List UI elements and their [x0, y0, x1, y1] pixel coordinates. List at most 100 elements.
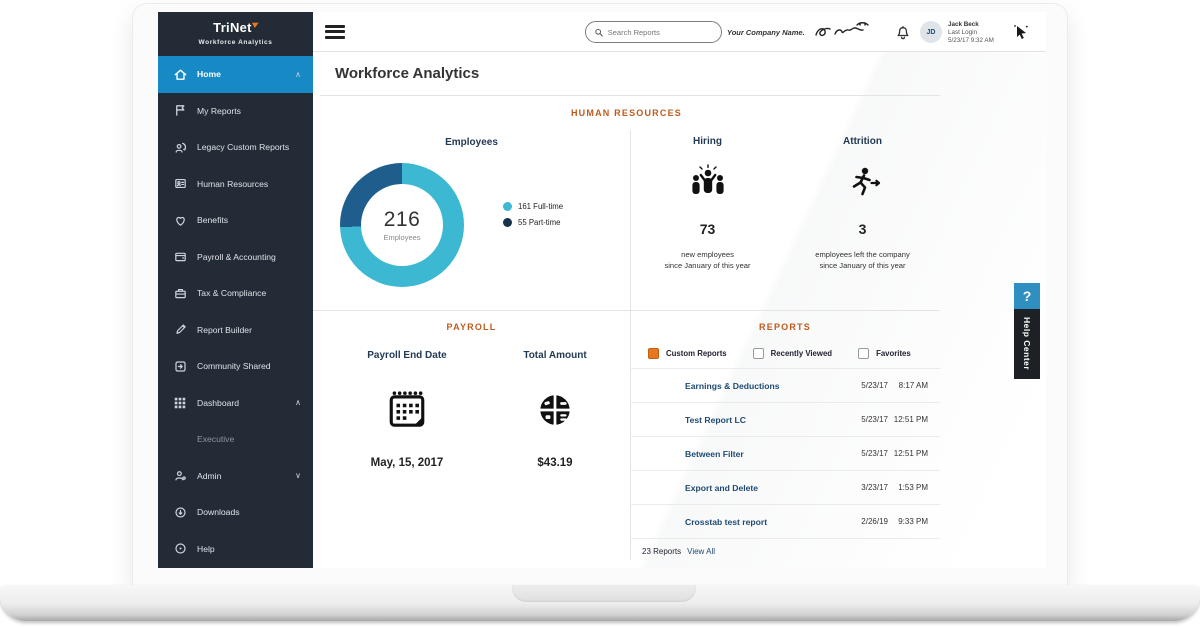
payroll-end-date-block: Payroll End Date May, 15, 2017: [333, 338, 481, 469]
attrition-value: 3: [858, 221, 867, 237]
chevron-up-icon: ∧: [295, 69, 301, 79]
reports-panel: Custom Reports Recently Viewed Favorites: [630, 338, 940, 564]
sidebar-item-report-builder[interactable]: Report Builder: [158, 312, 313, 349]
employees-title: Employees: [445, 137, 498, 148]
checkbox-checked-icon[interactable]: [648, 348, 659, 359]
total-amount-label: Total Amount: [523, 350, 587, 361]
total-amount-block: Total Amount $43.19: [481, 338, 629, 469]
help-circle-icon: [172, 541, 188, 557]
last-login-label: Last Login: [948, 28, 978, 36]
title-divider: [320, 95, 940, 96]
attrition-block: Attrition 3 employees left the company s…: [785, 100, 940, 310]
reports-footer: 23 Reports View All: [630, 538, 940, 564]
help-center-tab: ? Help Center: [1014, 283, 1040, 379]
chevron-up-icon: ∧: [295, 398, 301, 408]
wallet-icon: [172, 249, 188, 265]
report-row[interactable]: Crosstab test report 2/26/19 9:33 PM: [630, 504, 940, 538]
search-icon: [595, 28, 603, 36]
full-time-dot-icon: [503, 202, 512, 211]
total-amount-value: $43.19: [537, 457, 573, 469]
payroll-panel: Payroll End Date May, 15, 2017 Total Amo…: [313, 338, 630, 469]
laptop-bezel: TriNet Workforce Analytics Home ∧ My Rep…: [133, 4, 1067, 586]
reports-count: 23 Reports: [642, 547, 682, 556]
report-row[interactable]: Earnings & Deductions 5/23/17 8:17 AM: [630, 368, 940, 402]
sidebar-item-admin[interactable]: Admin ∨: [158, 458, 313, 495]
view-all-link[interactable]: View All: [687, 547, 715, 556]
hiring-people-icon: [687, 164, 729, 200]
hiring-caption: new employees since January of this year: [664, 250, 751, 270]
checkbox-icon[interactable]: [858, 348, 870, 359]
sidebar-item-home[interactable]: Home ∧: [158, 56, 313, 93]
payroll-end-date-value: May, 15, 2017: [370, 457, 444, 469]
laptop-mockup: TriNet Workforce Analytics Home ∧ My Rep…: [0, 0, 1200, 628]
trinet-arrow-icon: [251, 19, 260, 29]
report-row[interactable]: Between Filter 5/23/17 12:51 PM: [630, 436, 940, 470]
hamburger-menu-icon[interactable]: [325, 25, 345, 39]
sidebar-item-my-reports[interactable]: My Reports: [158, 93, 313, 130]
laptop-base: [0, 585, 1200, 621]
sidebar-item-dashboard[interactable]: Dashboard ∧: [158, 385, 313, 422]
mid-divider: [313, 310, 940, 311]
reports-header: REPORTS: [759, 322, 811, 332]
help-question-icon[interactable]: ?: [1014, 283, 1040, 309]
sidebar-item-tax-compliance[interactable]: Tax & Compliance: [158, 275, 313, 312]
sidebar-item-human-resources[interactable]: Human Resources: [158, 166, 313, 203]
page-title: Workforce Analytics: [335, 65, 480, 82]
app-window: TriNet Workforce Analytics Home ∧ My Rep…: [158, 12, 1046, 568]
reports-filters: Custom Reports Recently Viewed Favorites: [648, 348, 940, 359]
cursor-icon: [1014, 25, 1028, 39]
flag-icon: [172, 103, 188, 119]
attrition-runner-icon: [842, 164, 884, 200]
sidebar-item-legacy-custom-reports[interactable]: Legacy Custom Reports: [158, 129, 313, 166]
report-row[interactable]: Test Report LC 5/23/17 12:51 PM: [630, 402, 940, 436]
reports-list: Earnings & Deductions 5/23/17 8:17 AM Te…: [630, 368, 940, 538]
report-row[interactable]: Export and Delete 3/23/17 1:53 PM: [630, 470, 940, 504]
coin-icon: [534, 389, 576, 431]
sidebar-item-downloads[interactable]: Downloads: [158, 494, 313, 531]
part-time-dot-icon: [503, 218, 512, 227]
filter-favorites[interactable]: Favorites: [858, 348, 911, 359]
last-login-value: 5/23/17 9:32 AM: [948, 36, 994, 44]
sidebar-item-payroll-accounting[interactable]: Payroll & Accounting: [158, 239, 313, 276]
avatar[interactable]: JD: [920, 21, 942, 43]
share-box-icon: [172, 358, 188, 374]
legend-item-part-time[interactable]: 55 Part-time: [503, 218, 563, 227]
user-name: Jack Beck: [948, 21, 979, 28]
signature-logo: [815, 22, 869, 37]
employees-donut-chart[interactable]: 216 Employees: [340, 163, 464, 287]
hiring-block: Hiring 73 new employees since January of…: [630, 100, 785, 310]
attrition-caption: employees left the company since January…: [815, 250, 910, 270]
sidebar-item-help[interactable]: Help: [158, 531, 313, 568]
sidebar-item-community-shared[interactable]: Community Shared: [158, 348, 313, 385]
briefcase-icon: [172, 285, 188, 301]
sidebar-item-executive[interactable]: Executive: [158, 421, 313, 458]
search-input[interactable]: [607, 27, 713, 37]
company-name: Your Company Name.: [727, 28, 805, 37]
heart-icon: [172, 212, 188, 228]
attrition-title: Attrition: [843, 136, 882, 147]
hiring-attrition-panel: Hiring 73 new employees since January of…: [630, 100, 940, 310]
person-refresh-icon: [172, 139, 188, 155]
search-box[interactable]: [585, 21, 722, 43]
trinet-logo: TriNet Workforce Analytics: [158, 12, 313, 56]
employees-total: 216: [383, 208, 421, 231]
sidebar: TriNet Workforce Analytics Home ∧ My Rep…: [158, 12, 313, 568]
filter-recently-viewed[interactable]: Recently Viewed: [752, 348, 832, 359]
bell-icon[interactable]: [895, 23, 911, 41]
hiring-title: Hiring: [693, 136, 722, 147]
help-center-label[interactable]: Help Center: [1014, 309, 1040, 379]
legend-item-full-time[interactable]: 161 Full-time: [503, 202, 563, 211]
id-card-icon: [172, 176, 188, 192]
user-info[interactable]: Jack Beck Last Login 5/23/17 9:32 AM: [948, 21, 994, 44]
sidebar-item-benefits[interactable]: Benefits: [158, 202, 313, 239]
checkbox-icon[interactable]: [752, 348, 764, 359]
payroll-end-date-label: Payroll End Date: [367, 350, 447, 361]
filter-custom-reports[interactable]: Custom Reports: [648, 348, 727, 359]
employees-total-label: Employees: [383, 233, 421, 242]
admin-person-icon: [172, 468, 188, 484]
grid-icon: [172, 395, 188, 411]
laptop-notch: [512, 585, 696, 602]
home-icon: [172, 66, 188, 82]
calendar-icon: [386, 389, 428, 431]
donut-center: 216 Employees: [361, 184, 443, 266]
